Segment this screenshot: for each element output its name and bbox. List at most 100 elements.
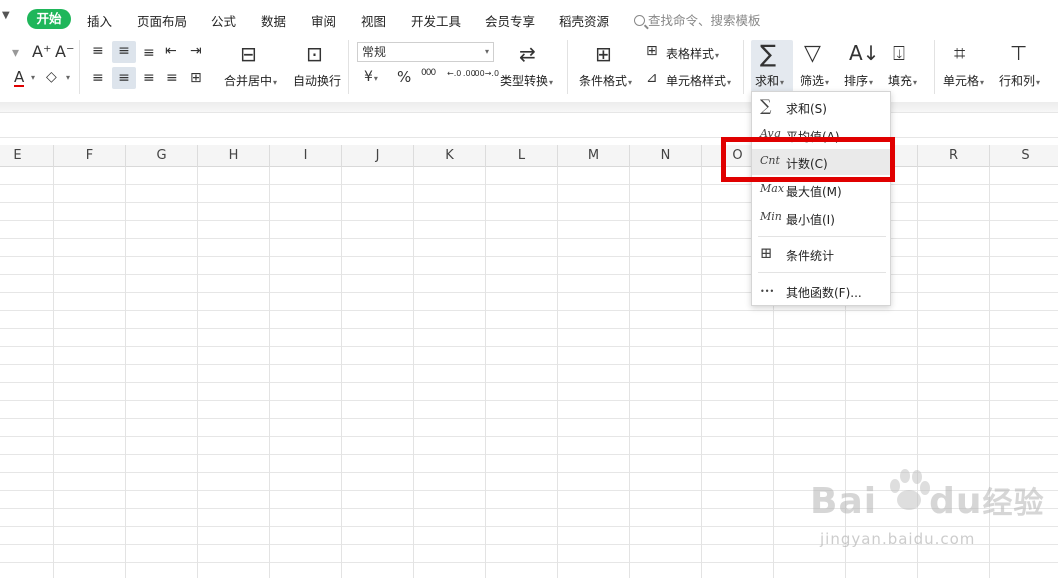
align-center-icon[interactable]: ≡ <box>112 67 136 89</box>
tab-docer[interactable]: 稻壳资源 <box>559 11 609 30</box>
sort-icon[interactable]: A↓ <box>849 43 879 63</box>
number-format-select[interactable]: 常规 ▾ <box>357 42 494 62</box>
menu-item-label: 其他函数(F)... <box>786 286 862 300</box>
menu-item-more-functions[interactable]: ••• 其他函数(F)... <box>752 278 890 304</box>
font-color-caret-icon[interactable]: ▾ <box>31 74 35 82</box>
column-header-row: E F G H I J K L M N O P Q R S <box>0 145 1058 167</box>
currency-button[interactable]: ¥▾ <box>364 70 378 84</box>
column-header[interactable]: J <box>342 145 414 167</box>
column-header[interactable]: E <box>0 145 54 167</box>
conditional-format-icon[interactable]: ⊞ <box>595 44 612 64</box>
eraser-icon[interactable]: ◇ <box>46 70 57 84</box>
menu-separator <box>758 272 886 273</box>
font-color-icon[interactable]: A <box>14 70 25 87</box>
cell-button[interactable]: 单元格▾ <box>943 72 984 89</box>
type-convert-icon[interactable]: ⇄ <box>519 44 536 64</box>
column-header[interactable]: R <box>918 145 990 167</box>
column-header[interactable]: K <box>414 145 486 167</box>
distributed-icon[interactable]: ⊞ <box>190 71 202 85</box>
align-bottom-icon[interactable]: ≡ <box>143 46 155 60</box>
formula-bar-area <box>0 112 1058 138</box>
cell-style-icon[interactable]: ⊿ <box>646 71 658 85</box>
min-icon: Min <box>760 210 782 223</box>
sigma-icon: ∑ <box>760 96 772 115</box>
column-header[interactable]: N <box>630 145 702 167</box>
max-icon: Max <box>760 182 785 195</box>
search-box[interactable]: 查找命令、搜索模板 <box>634 10 761 29</box>
thousands-button[interactable]: 000 <box>421 69 436 78</box>
ribbon-separator <box>348 40 349 94</box>
tab-view[interactable]: 视图 <box>361 11 386 30</box>
tab-developer[interactable]: 开发工具 <box>411 11 461 30</box>
table-style-button[interactable]: 表格样式▾ <box>666 45 719 62</box>
column-header[interactable]: L <box>486 145 558 167</box>
percent-button[interactable]: % <box>397 70 411 85</box>
watermark-url: jingyan.baidu.com <box>820 530 976 548</box>
menu-separator <box>758 236 886 237</box>
table-style-icon[interactable]: ⊞ <box>646 44 658 58</box>
conditional-stats-icon: ⊞ <box>760 244 773 262</box>
column-header[interactable]: H <box>198 145 270 167</box>
align-left-icon[interactable]: ≡ <box>92 71 104 85</box>
conditional-format-button[interactable]: 条件格式▾ <box>579 72 632 89</box>
decimal-decrease-button[interactable]: .00→.0 <box>472 69 499 78</box>
column-header[interactable]: G <box>126 145 198 167</box>
filter-icon[interactable]: ▽ <box>804 43 821 65</box>
column-header[interactable]: I <box>270 145 342 167</box>
type-convert-button[interactable]: 类型转换▾ <box>500 72 553 89</box>
sum-dropdown-menu: ∑ 求和(S) Avg 平均值(A) Cnt 计数(C) Max 最大值(M) … <box>751 91 891 306</box>
fill-icon[interactable]: ⍗ <box>893 43 905 63</box>
search-placeholder: 查找命令、搜索模板 <box>648 13 761 28</box>
align-middle-icon[interactable]: ≡ <box>112 41 136 63</box>
ribbon-separator <box>567 40 568 94</box>
align-top-icon[interactable]: ≡ <box>92 44 104 58</box>
eraser-caret-icon[interactable]: ▾ <box>66 74 70 82</box>
merge-cells-icon[interactable]: ⊟ <box>240 44 257 64</box>
menu-item-label: 最小值(I) <box>786 213 835 227</box>
ribbon-divider <box>0 102 1058 112</box>
sort-button[interactable]: 排序▾ <box>844 72 873 89</box>
cell-style-button[interactable]: 单元格样式▾ <box>666 72 731 89</box>
font-shrink-icon[interactable]: A⁻ <box>55 44 74 60</box>
indent-decrease-icon[interactable]: ⇤ <box>165 44 177 58</box>
column-header[interactable]: S <box>990 145 1058 167</box>
sigma-icon[interactable]: ∑ <box>760 42 776 66</box>
tab-review[interactable]: 审阅 <box>311 11 336 30</box>
fill-button[interactable]: 填充▾ <box>888 72 917 89</box>
menu-item-sum[interactable]: ∑ 求和(S) <box>752 94 890 120</box>
tab-page-layout[interactable]: 页面布局 <box>137 11 187 30</box>
row-col-button[interactable]: 行和列▾ <box>999 72 1040 89</box>
menu-item-conditional-stats[interactable]: ⊞ 条件统计 <box>752 241 890 267</box>
menu-item-label: 求和(S) <box>786 102 827 116</box>
chevron-down-icon: ▾ <box>484 47 489 56</box>
filter-button[interactable]: 筛选▾ <box>800 72 829 89</box>
tab-insert[interactable]: 插入 <box>87 11 112 30</box>
decimal-increase-button[interactable]: ←.0 .00 <box>447 69 476 78</box>
cell-icon[interactable]: ⌗ <box>954 43 965 63</box>
more-functions-icon: ••• <box>760 287 775 296</box>
auto-wrap-button[interactable]: 自动换行 <box>293 72 341 89</box>
chevron-down-icon[interactable]: ▼ <box>2 10 10 21</box>
column-header[interactable]: F <box>54 145 126 167</box>
column-header[interactable]: M <box>558 145 630 167</box>
font-size-caret-icon[interactable]: ▾ <box>12 46 19 60</box>
tab-data[interactable]: 数据 <box>261 11 286 30</box>
font-grow-icon[interactable]: A⁺ <box>32 44 51 60</box>
ribbon-separator <box>743 40 744 94</box>
menu-item-label: 条件统计 <box>786 249 835 263</box>
indent-increase-icon[interactable]: ⇥ <box>190 44 202 58</box>
tab-member[interactable]: 会员专享 <box>485 11 535 30</box>
tab-formula[interactable]: 公式 <box>211 11 236 30</box>
row-col-icon[interactable]: ⊤ <box>1010 43 1027 63</box>
menu-item-min[interactable]: Min 最小值(I) <box>752 205 890 231</box>
merge-center-button[interactable]: 合并居中▾ <box>224 72 277 89</box>
ribbon-separator <box>79 40 80 94</box>
wrap-text-icon[interactable]: ⊡ <box>306 44 323 64</box>
sum-button[interactable]: 求和▾ <box>755 72 784 89</box>
menu-bar: ▼ 开始 插入 页面布局 公式 数据 审阅 视图 开发工具 会员专享 稻壳资源 … <box>0 0 1058 38</box>
align-right-icon[interactable]: ≡ <box>143 71 155 85</box>
ribbon-separator <box>934 40 935 94</box>
watermark-logo: Bai du经验 <box>810 481 1045 522</box>
tab-start[interactable]: 开始 <box>27 9 71 29</box>
align-justify-icon[interactable]: ≡ <box>166 71 178 85</box>
